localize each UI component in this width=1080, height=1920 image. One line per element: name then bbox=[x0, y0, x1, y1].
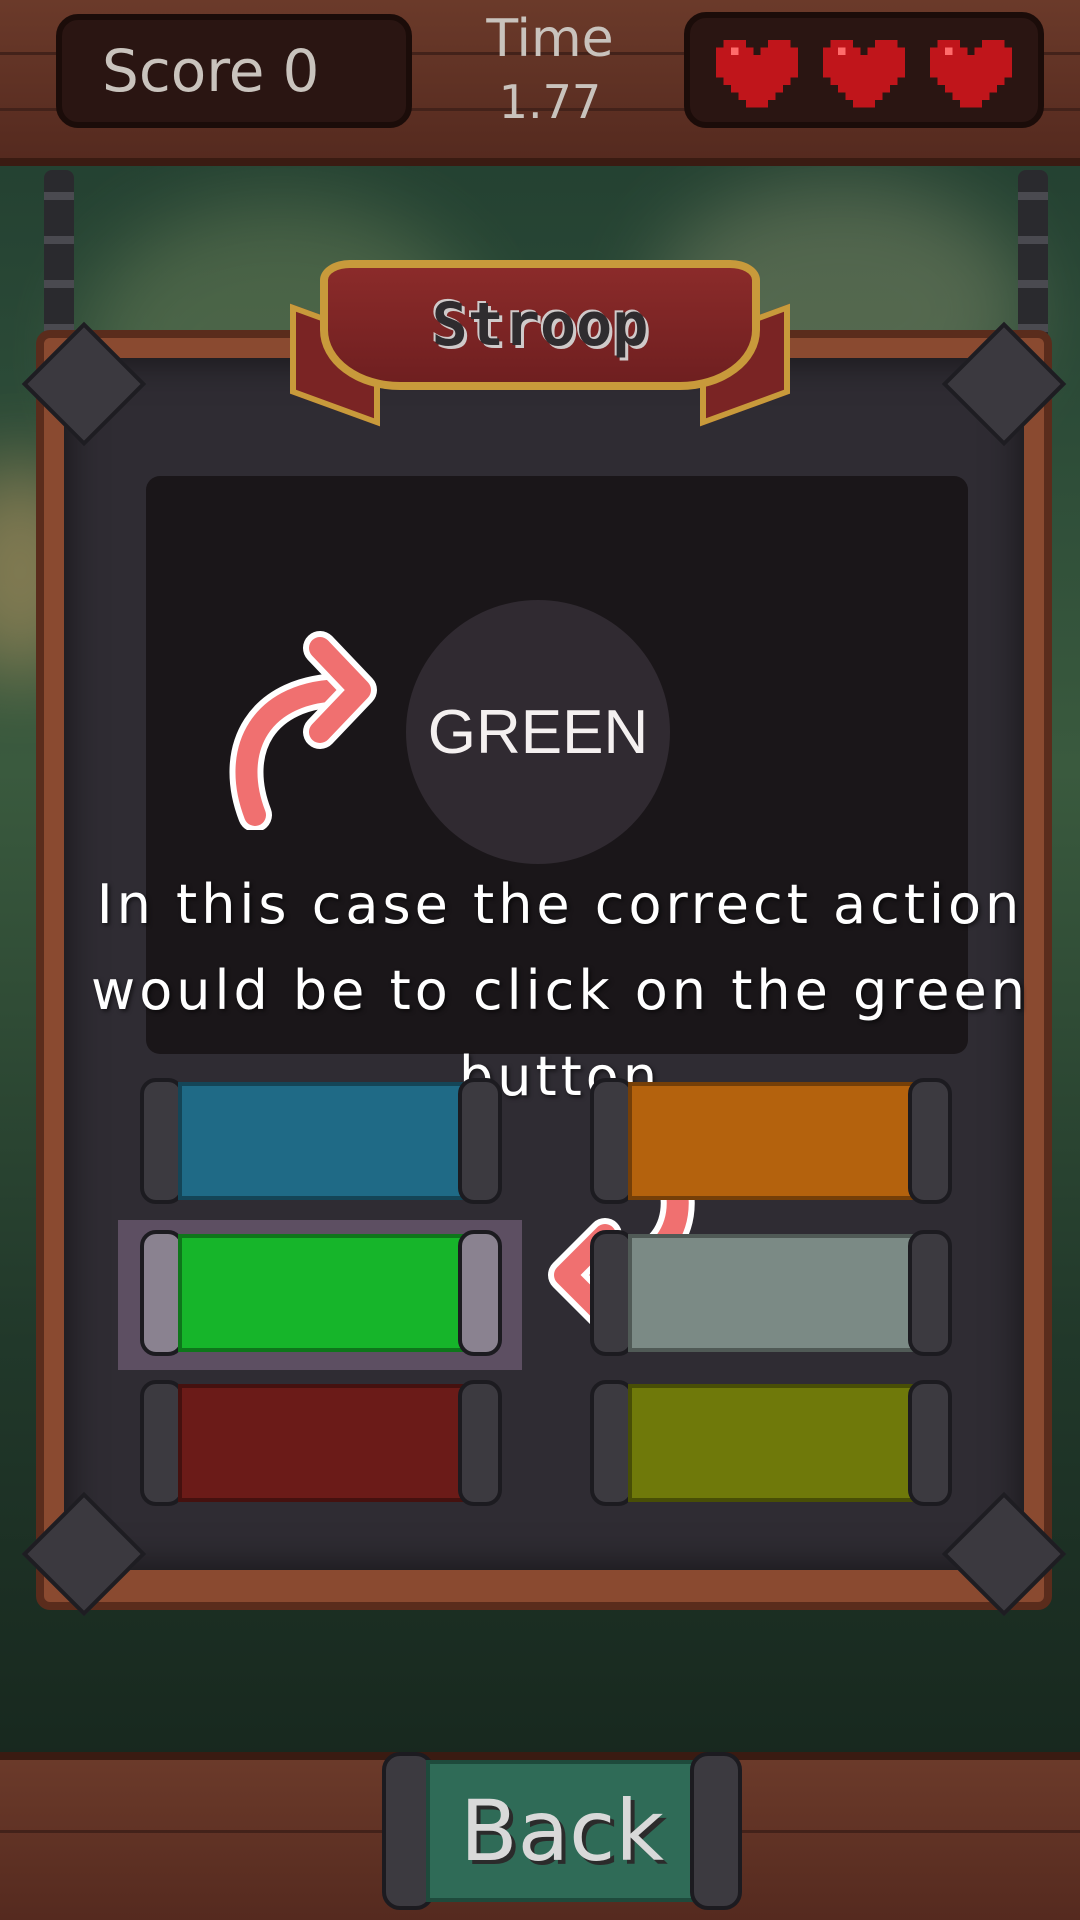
curved-arrow-icon bbox=[229, 631, 377, 830]
button-fill bbox=[628, 1234, 914, 1352]
color-button-red[interactable] bbox=[140, 1380, 502, 1506]
stimulus-word: GREEN bbox=[427, 697, 649, 767]
button-fill bbox=[628, 1082, 914, 1200]
button-fill bbox=[628, 1384, 914, 1502]
button-cap bbox=[908, 1380, 952, 1506]
game-title: Stroop bbox=[431, 290, 649, 360]
timer-display: Time 1.77 bbox=[440, 6, 660, 132]
color-button-yellow[interactable] bbox=[590, 1380, 952, 1506]
back-button-face: Back bbox=[426, 1760, 698, 1902]
color-button-gray[interactable] bbox=[590, 1230, 952, 1356]
lives-display bbox=[684, 12, 1044, 128]
score-display: Score 0 bbox=[56, 14, 412, 128]
heart-icon bbox=[929, 40, 1012, 108]
button-cap bbox=[458, 1078, 502, 1204]
time-label: Time bbox=[486, 9, 614, 69]
button-fill bbox=[178, 1384, 464, 1502]
time-value: 1.77 bbox=[498, 75, 602, 129]
color-button-blue[interactable] bbox=[140, 1078, 502, 1204]
color-button-green[interactable] bbox=[140, 1230, 502, 1356]
back-button[interactable]: Back bbox=[382, 1752, 742, 1910]
title-banner: Stroop bbox=[320, 260, 760, 390]
heart-icon bbox=[716, 40, 799, 108]
button-cap bbox=[458, 1380, 502, 1506]
button-fill bbox=[178, 1234, 464, 1352]
heart-icon bbox=[822, 40, 905, 108]
color-button-orange[interactable] bbox=[590, 1078, 952, 1204]
stimulus-word-circle: GREEN bbox=[406, 600, 670, 864]
button-cap bbox=[690, 1752, 742, 1910]
button-cap bbox=[458, 1230, 502, 1356]
score-value: 0 bbox=[282, 37, 320, 105]
back-button-label: Back bbox=[460, 1782, 664, 1880]
score-label: Score bbox=[102, 37, 265, 105]
top-hud-bar: Score 0 Time 1.77 bbox=[0, 0, 1080, 166]
button-cap bbox=[908, 1078, 952, 1204]
button-cap bbox=[908, 1230, 952, 1356]
button-fill bbox=[178, 1082, 464, 1200]
